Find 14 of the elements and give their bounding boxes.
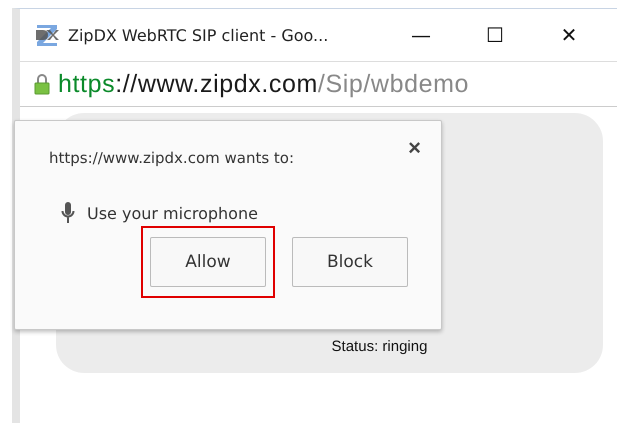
app-logo-icon: [34, 22, 60, 48]
url-text[interactable]: https://www.zipdx.com/Sip/wbdemo: [58, 70, 470, 98]
window-title: ZipDX WebRTC SIP client - Goo...: [68, 26, 330, 44]
permission-text: Use your microphone: [87, 204, 258, 222]
popup-button[interactable]: Allow: [150, 237, 266, 287]
close-button[interactable]: ✕: [532, 23, 606, 47]
popup-heading: https://www.zipdx.com wants to:: [49, 149, 294, 167]
status-text: Status: ringing: [332, 338, 428, 355]
microphone-icon: [61, 201, 75, 225]
popup-button[interactable]: Block: [292, 237, 408, 287]
close-button[interactable]: ×: [408, 137, 421, 159]
maximize-button[interactable]: ☐: [458, 23, 532, 47]
lock-icon[interactable]: [34, 73, 50, 95]
minimize-button[interactable]: —: [384, 23, 458, 47]
